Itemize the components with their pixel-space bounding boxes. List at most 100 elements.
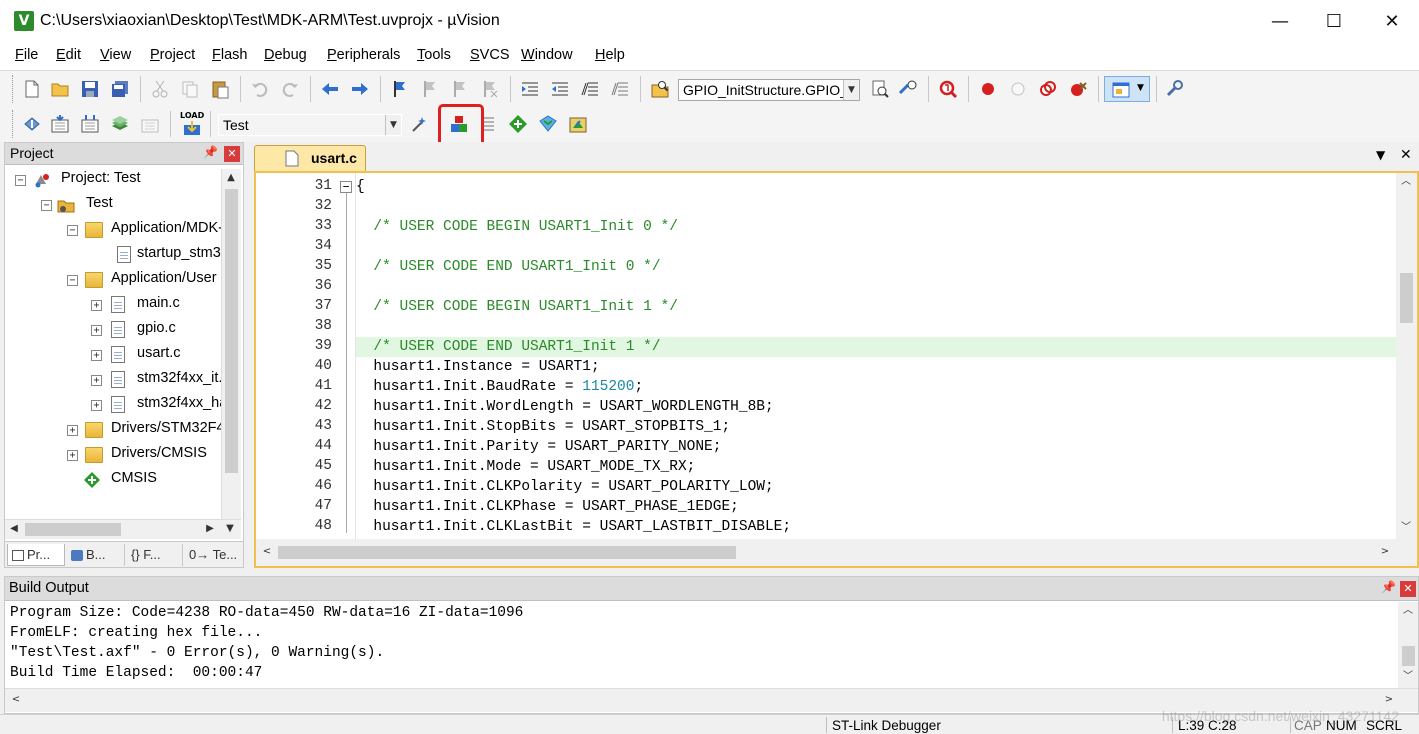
tree-item-file-gpio[interactable]: + gpio.c	[5, 319, 221, 343]
scroll-down-icon[interactable]: ▼	[221, 520, 239, 538]
tree-expander[interactable]: +	[91, 375, 102, 386]
tab-project[interactable]: Pr...	[7, 544, 65, 566]
close-panel-button[interactable]: ✕	[224, 146, 240, 162]
code-line[interactable]: husart1.Init.WordLength = USART_WORDLENG…	[356, 397, 1396, 417]
save-all-icon[interactable]	[110, 79, 130, 99]
code-text[interactable]: { /* USER CODE BEGIN USART1_Init 0 */ /*…	[356, 173, 1396, 539]
code-line[interactable]: husart1.Init.CLKLastBit = USART_LASTBIT_…	[356, 517, 1396, 537]
menu-file[interactable]: File	[15, 47, 38, 63]
tab-books[interactable]: B...	[67, 544, 125, 566]
tree-item-file-startup[interactable]: startup_stm32f407xx.s	[5, 244, 221, 268]
code-line[interactable]: {	[356, 177, 1396, 197]
scroll-down-icon[interactable]: ﹀	[1399, 668, 1417, 686]
menu-help[interactable]: Help	[595, 47, 625, 63]
window-layout-button[interactable]: ▼	[1104, 76, 1150, 102]
menu-project[interactable]: Project	[150, 47, 195, 63]
download-load-button[interactable]: LOAD	[178, 110, 206, 138]
bookmark-icon[interactable]	[390, 79, 410, 99]
code-line[interactable]: husart1.Init.BaudRate = 115200;	[356, 377, 1396, 397]
redo-icon[interactable]	[280, 79, 300, 99]
tree-expander[interactable]: −	[15, 175, 26, 186]
tree-item-file-main[interactable]: + main.c	[5, 294, 221, 318]
open-folder-icon[interactable]	[50, 79, 70, 99]
editor-horizontal-scrollbar[interactable]: < >	[256, 539, 1417, 566]
code-line[interactable]	[356, 197, 1396, 217]
scroll-down-icon[interactable]: ﹀	[1397, 519, 1415, 537]
pin-icon[interactable]: 📌	[203, 145, 218, 159]
code-line[interactable]: /* USER CODE BEGIN USART1_Init 0 */	[356, 217, 1396, 237]
menu-view[interactable]: View	[100, 47, 131, 63]
scrollbar-thumb[interactable]	[1402, 646, 1415, 666]
scrollbar-thumb[interactable]	[278, 546, 736, 559]
save-icon[interactable]	[80, 79, 100, 99]
code-line[interactable]: husart1.Init.CLKPolarity = USART_POLARIT…	[356, 477, 1396, 497]
rebuild-icon[interactable]	[80, 114, 100, 134]
code-line[interactable]: husart1.Init.Mode = USART_MODE_TX_RX;	[356, 457, 1396, 477]
tree-expander[interactable]: −	[67, 225, 78, 236]
disable-all-breakpoints-icon[interactable]	[1038, 79, 1058, 99]
kill-all-breakpoints-icon[interactable]	[1068, 79, 1088, 99]
comment-selection-icon[interactable]	[580, 79, 600, 99]
manage-rte-icon[interactable]	[508, 114, 528, 134]
code-line[interactable]	[356, 237, 1396, 257]
enable-breakpoint-icon[interactable]	[1008, 79, 1028, 99]
tree-expander[interactable]: −	[41, 200, 52, 211]
scroll-right-icon[interactable]: ▶	[201, 520, 219, 538]
close-window-button[interactable]: ✕	[1364, 0, 1419, 44]
menu-peripherals[interactable]: Peripherals	[327, 47, 400, 63]
current-code-line[interactable]: /* USER CODE END USART1_Init 1 */	[356, 337, 1396, 357]
tree-expander[interactable]: +	[67, 450, 78, 461]
translate-icon[interactable]	[22, 114, 42, 134]
code-line[interactable]	[356, 277, 1396, 297]
find-in-files-icon[interactable]	[650, 79, 670, 99]
next-bookmark-icon[interactable]	[450, 79, 470, 99]
stop-build-icon[interactable]	[140, 114, 160, 134]
navigate-back-icon[interactable]	[320, 79, 340, 99]
scrollbar-thumb[interactable]	[1400, 273, 1413, 323]
tree-item-group-drivers-hal[interactable]: + Drivers/STM32F4xx_HAL_Driver	[5, 419, 221, 443]
toolbar-grip[interactable]	[12, 110, 15, 138]
code-line[interactable]: husart1.Init.StopBits = USART_STOPBITS_1…	[356, 417, 1396, 437]
incremental-find-icon[interactable]	[898, 79, 918, 99]
chevron-down-icon[interactable]: ▼	[843, 80, 859, 100]
minimize-button[interactable]: —	[1252, 0, 1308, 44]
menu-window[interactable]: Window	[521, 47, 573, 63]
scroll-right-icon[interactable]: >	[1376, 543, 1394, 561]
build-icon[interactable]	[50, 114, 70, 134]
scroll-up-icon[interactable]: ︿	[1399, 602, 1417, 620]
scroll-up-icon[interactable]: ︿	[1397, 173, 1415, 191]
tab-functions[interactable]: {} F...	[127, 544, 183, 566]
batch-build-icon[interactable]	[110, 114, 130, 134]
editor-tab-usart-c[interactable]: usart.c	[254, 145, 366, 171]
tree-vertical-scrollbar[interactable]: ▲	[221, 169, 241, 519]
tab-templates[interactable]: 0→ Te...	[185, 544, 241, 566]
target-options-icon[interactable]	[410, 114, 430, 134]
cut-icon[interactable]	[150, 79, 170, 99]
tree-item-group-application-mdk[interactable]: − Application/MDK-ARM	[5, 219, 221, 243]
insert-breakpoint-icon[interactable]	[978, 79, 998, 99]
new-file-icon[interactable]	[22, 79, 42, 99]
tree-expander[interactable]: +	[91, 325, 102, 336]
toolbar-grip[interactable]	[12, 75, 15, 103]
tree-item-file-it[interactable]: + stm32f4xx_it.c	[5, 369, 221, 393]
scroll-left-icon[interactable]: ◀	[5, 520, 23, 538]
code-line[interactable]: husart1.Instance = USART1;	[356, 357, 1396, 377]
tree-item-group-application-user[interactable]: − Application/User	[5, 269, 221, 293]
code-line[interactable]: /* USER CODE BEGIN USART1_Init 1 */	[356, 297, 1396, 317]
code-line[interactable]: /* USER CODE END USART1_Init 0 */	[356, 257, 1396, 277]
close-panel-button[interactable]: ✕	[1400, 581, 1416, 597]
menu-flash[interactable]: Flash	[212, 47, 247, 63]
pack-installer-icon[interactable]	[538, 114, 558, 134]
copy-icon[interactable]	[180, 79, 200, 99]
menu-edit[interactable]: Edit	[56, 47, 81, 63]
clear-bookmarks-icon[interactable]	[480, 79, 500, 99]
uncomment-selection-icon[interactable]	[610, 79, 630, 99]
pin-icon[interactable]: 📌	[1381, 580, 1396, 594]
tree-horizontal-scrollbar[interactable]: ◀ ▶ ▼	[5, 519, 241, 539]
scroll-right-icon[interactable]: >	[1380, 691, 1398, 709]
tree-expander[interactable]: +	[91, 300, 102, 311]
menu-debug[interactable]: Debug	[264, 47, 307, 63]
scroll-up-icon[interactable]: ▲	[222, 169, 240, 187]
find-combo[interactable]: GPIO_InitStructure.GPIO_ ▼	[678, 79, 860, 101]
unindent-icon[interactable]	[550, 79, 570, 99]
